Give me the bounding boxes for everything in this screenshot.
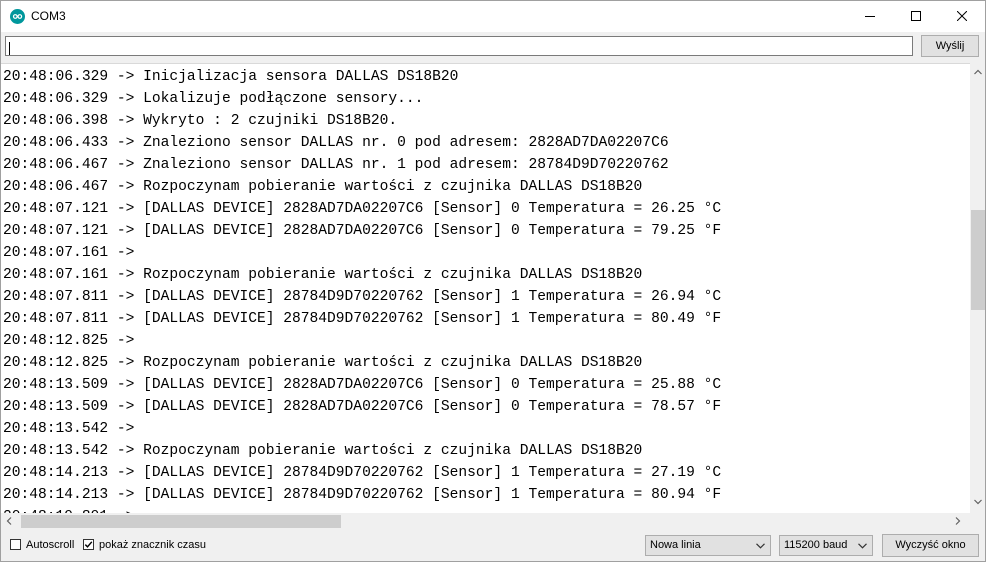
baud-rate-select[interactable]: 115200 baud bbox=[779, 535, 873, 556]
text-caret bbox=[9, 42, 10, 55]
console-line: 20:48:13.509 -> [DALLAS DEVICE] 2828AD7D… bbox=[3, 399, 722, 415]
console-line: 20:48:12.825 -> Rozpoczynam pobieranie w… bbox=[3, 355, 643, 371]
console-line: 20:48:06.467 -> Rozpoczynam pobieranie w… bbox=[3, 179, 643, 195]
console-line: 20:48:13.542 -> bbox=[3, 421, 135, 437]
console-line: 20:48:13.542 -> Rozpoczynam pobieranie w… bbox=[3, 443, 643, 459]
console-line: 20:48:06.329 -> Lokalizuje podłączone se… bbox=[3, 91, 424, 107]
console-line: 20:48:06.433 -> Znaleziono sensor DALLAS… bbox=[3, 135, 669, 151]
minimize-button[interactable] bbox=[847, 1, 893, 32]
clear-output-button[interactable]: Wyczyść okno bbox=[882, 534, 979, 557]
horizontal-scroll-thumb[interactable] bbox=[21, 515, 341, 528]
console-line: 20:48:06.467 -> Znaleziono sensor DALLAS… bbox=[3, 157, 669, 173]
baud-rate-value: 115200 baud bbox=[784, 539, 848, 551]
line-ending-select[interactable]: Nowa linia bbox=[645, 535, 771, 556]
vertical-scroll-thumb[interactable] bbox=[971, 210, 985, 310]
line-ending-value: Nowa linia bbox=[650, 539, 701, 551]
vertical-scrollbar[interactable] bbox=[970, 63, 985, 514]
window-title: COM3 bbox=[31, 9, 66, 23]
autoscroll-checkbox[interactable] bbox=[10, 539, 21, 550]
console-line: 20:48:07.121 -> [DALLAS DEVICE] 2828AD7D… bbox=[3, 201, 722, 217]
close-icon bbox=[957, 11, 967, 21]
console-line: 20:48:12.825 -> bbox=[3, 333, 135, 349]
console-line: 20:48:07.811 -> [DALLAS DEVICE] 28784D9D… bbox=[3, 289, 722, 305]
timestamp-label[interactable]: pokaż znacznik czasu bbox=[99, 539, 206, 552]
console-line: 20:48:14.213 -> [DALLAS DEVICE] 28784D9D… bbox=[3, 465, 722, 481]
console-line: 20:48:13.509 -> [DALLAS DEVICE] 2828AD7D… bbox=[3, 377, 722, 393]
console-line: 20:48:07.161 -> bbox=[3, 245, 135, 261]
console-line: 20:48:07.161 -> Rozpoczynam pobieranie w… bbox=[3, 267, 643, 283]
checkmark-icon bbox=[84, 541, 93, 548]
bottom-toolbar: Autoscroll pokaż znacznik czasu Nowa lin… bbox=[1, 530, 985, 561]
horizontal-scrollbar[interactable] bbox=[1, 513, 970, 530]
send-row: Wyślij bbox=[1, 32, 985, 62]
send-button[interactable]: Wyślij bbox=[921, 35, 979, 57]
minimize-icon bbox=[865, 16, 875, 17]
title-bar: COM3 bbox=[1, 1, 985, 32]
maximize-button[interactable] bbox=[893, 1, 939, 32]
scrollbar-corner bbox=[970, 513, 985, 530]
chevron-down-icon bbox=[858, 543, 867, 549]
close-button[interactable] bbox=[939, 1, 985, 32]
console-line: 20:48:06.329 -> Inicjalizacja sensora DA… bbox=[3, 69, 459, 85]
chevron-down-icon bbox=[756, 543, 765, 549]
scroll-down-icon[interactable] bbox=[974, 499, 982, 505]
send-input[interactable] bbox=[5, 36, 913, 56]
console-line: 20:48:07.811 -> [DALLAS DEVICE] 28784D9D… bbox=[3, 311, 722, 327]
arduino-icon bbox=[10, 9, 25, 24]
scroll-up-icon[interactable] bbox=[974, 69, 982, 75]
output-lines: 20:48:06.329 -> Inicjalizacja sensora DA… bbox=[3, 66, 721, 514]
maximize-icon bbox=[911, 11, 921, 21]
scroll-right-icon[interactable] bbox=[955, 517, 961, 525]
serial-monitor-window: COM3 Wyślij 20:48:06.329 -> Inicjalizacj… bbox=[0, 0, 986, 562]
serial-output[interactable]: 20:48:06.329 -> Inicjalizacja sensora DA… bbox=[1, 63, 970, 514]
console-line: 20:48:07.121 -> [DALLAS DEVICE] 2828AD7D… bbox=[3, 223, 722, 239]
scroll-left-icon[interactable] bbox=[6, 517, 12, 525]
autoscroll-label[interactable]: Autoscroll bbox=[26, 539, 74, 552]
timestamp-checkbox[interactable] bbox=[83, 539, 94, 550]
console-line: 20:48:06.398 -> Wykryto : 2 czujniki DS1… bbox=[3, 113, 398, 129]
console-line: 20:48:14.213 -> [DALLAS DEVICE] 28784D9D… bbox=[3, 487, 722, 503]
